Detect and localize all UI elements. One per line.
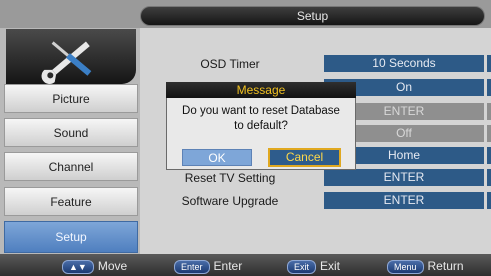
hint-move-label: Move: [97, 259, 128, 273]
menu-key-icon: Menu: [387, 259, 424, 274]
setting-value[interactable]: ENTER: [324, 192, 484, 209]
setup-icon-panel: [6, 29, 136, 84]
sidebar-item-setup[interactable]: Setup: [4, 221, 138, 253]
ok-button[interactable]: OK: [182, 149, 252, 166]
sidebar-item-feature[interactable]: Feature: [4, 187, 138, 216]
row-edge: [487, 169, 491, 186]
setting-row-software-upgrade[interactable]: Software Upgrade ENTER: [140, 189, 491, 213]
row-edge: [487, 125, 491, 142]
hint-exit: Exit Exit: [287, 258, 340, 274]
hint-exit-label: Exit: [320, 259, 341, 273]
row-edge: [487, 79, 491, 96]
row-edge: [487, 147, 491, 164]
row-edge: [487, 192, 491, 209]
exit-key-icon: Exit: [287, 259, 317, 274]
sidebar-item-sound[interactable]: Sound: [4, 118, 138, 147]
cancel-button[interactable]: Cancel: [268, 148, 341, 167]
hint-move: ▲▼ Move: [62, 258, 127, 274]
hint-enter-label: Enter: [213, 259, 243, 273]
setting-label: OSD Timer: [200, 57, 260, 71]
setting-value[interactable]: 10 Seconds: [324, 55, 484, 72]
enter-key-icon: Enter: [174, 259, 210, 274]
hint-return-label: Return: [427, 259, 464, 273]
tools-icon: [41, 41, 92, 84]
page-title: Setup: [296, 9, 329, 23]
row-edge: [487, 103, 491, 120]
dialog-title: Message: [166, 82, 356, 98]
setting-value[interactable]: ENTER: [324, 169, 484, 186]
dialog-message-line-1: Do you want to reset Database: [182, 105, 340, 117]
dialog-message-line-2: to default?: [234, 120, 288, 132]
row-edge: [487, 55, 491, 72]
sidebar-item-picture[interactable]: Picture: [4, 84, 138, 113]
move-key-icon: ▲▼: [62, 259, 94, 274]
hint-return: Menu Return: [387, 258, 464, 274]
hint-enter: Enter Enter: [174, 258, 242, 274]
setting-label: Software Upgrade: [181, 194, 279, 208]
dialog-message: Do you want to reset Database to default…: [168, 104, 354, 134]
sidebar-item-channel[interactable]: Channel: [4, 152, 138, 181]
setting-row-osd-timer[interactable]: OSD Timer 10 Seconds: [140, 52, 491, 76]
